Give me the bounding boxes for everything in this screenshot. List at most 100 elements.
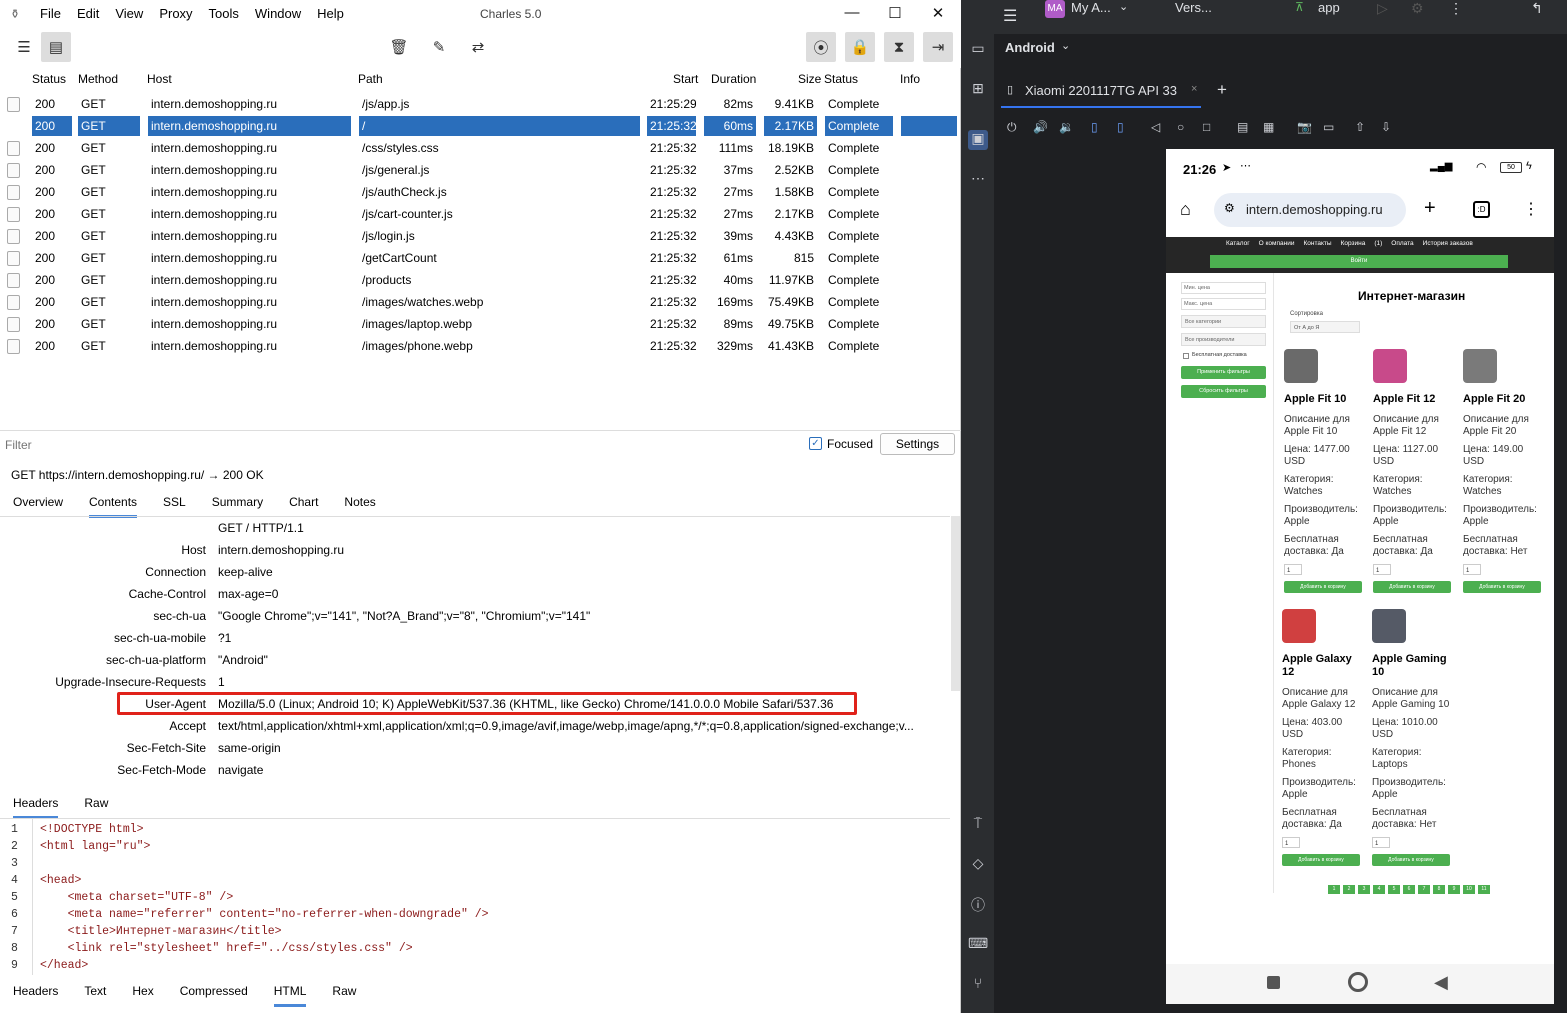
- edit-icon[interactable]: ✎: [424, 32, 454, 62]
- add-tab-icon[interactable]: +: [1217, 80, 1227, 100]
- col-duration[interactable]: Duration: [711, 72, 756, 86]
- page-button[interactable]: 5: [1388, 885, 1400, 894]
- table-row[interactable]: 200 GET intern.demoshopping.ru/js/app.js 21…: [0, 94, 961, 116]
- throttle-icon[interactable]: ⧗: [884, 32, 914, 62]
- volume-up-icon[interactable]: 🔊: [1033, 120, 1048, 134]
- sequence-view-icon[interactable]: ▤: [41, 32, 71, 62]
- quantity-input[interactable]: 1: [1373, 564, 1391, 575]
- settings-button[interactable]: Settings: [880, 433, 955, 455]
- col-size[interactable]: Size: [798, 72, 821, 86]
- back-icon[interactable]: ◁: [1151, 120, 1160, 134]
- focused-checkbox[interactable]: ✓: [809, 437, 822, 450]
- menu-help[interactable]: Help: [317, 6, 344, 21]
- filter-input[interactable]: [5, 436, 785, 454]
- device-manager-icon[interactable]: ▣: [968, 130, 988, 150]
- volume-down-icon[interactable]: 🔉: [1059, 120, 1074, 134]
- minimize-icon[interactable]: —: [842, 4, 862, 24]
- page-button[interactable]: 11: [1478, 885, 1490, 894]
- table-row[interactable]: 200 GET intern.demoshopping.ru/js/login.js…: [0, 226, 961, 248]
- site-settings-icon[interactable]: ⚙: [1224, 201, 1235, 215]
- problems-icon[interactable]: ⓘ: [968, 895, 988, 915]
- tab-notes[interactable]: Notes: [344, 495, 375, 518]
- fold-icon[interactable]: ▦: [1263, 120, 1274, 134]
- menu-proxy[interactable]: Proxy: [159, 6, 192, 21]
- project-name[interactable]: My A...: [1071, 0, 1111, 15]
- table-row[interactable]: 200 GET intern.demoshopping.ru/images/phon…: [0, 336, 961, 358]
- login-button[interactable]: Войти: [1210, 255, 1508, 268]
- repeat-icon[interactable]: ⇄: [463, 32, 493, 62]
- device-tab[interactable]: ▯ Xiaomi 2201117TG API 33 ×: [1001, 74, 1201, 108]
- sort-select[interactable]: От А до Я: [1290, 321, 1360, 333]
- browser-home-icon[interactable]: ⌂: [1180, 199, 1191, 220]
- tab-ssl[interactable]: SSL: [163, 495, 186, 518]
- quantity-input[interactable]: 1: [1463, 564, 1481, 575]
- col-status[interactable]: Status: [32, 72, 66, 86]
- maximize-icon[interactable]: ☐: [885, 4, 905, 24]
- debug-icon[interactable]: ⚙: [1411, 0, 1424, 17]
- close-icon[interactable]: ✕: [928, 4, 948, 24]
- page-button[interactable]: 3: [1358, 885, 1370, 894]
- recents-icon[interactable]: [1267, 976, 1280, 989]
- table-row[interactable]: 200 GET intern.demoshopping.ru/js/cart-cou…: [0, 204, 961, 226]
- menu-tools[interactable]: Tools: [209, 6, 239, 21]
- nav-catalog[interactable]: Каталог: [1226, 240, 1250, 247]
- table-row[interactable]: 200 GET intern.demoshopping.ru/images/watc…: [0, 292, 961, 314]
- table-row[interactable]: 200 GET intern.demoshopping.ru/images/lapt…: [0, 314, 961, 336]
- add-to-cart-button[interactable]: Добавить в корзину: [1373, 581, 1451, 593]
- add-to-cart-button[interactable]: Добавить в корзину: [1372, 854, 1450, 866]
- back-button-icon[interactable]: ◀: [1434, 972, 1448, 993]
- page-button[interactable]: 6: [1403, 885, 1415, 894]
- page-button[interactable]: 7: [1418, 885, 1430, 894]
- assistant-icon[interactable]: ↰: [1531, 0, 1543, 17]
- add-to-cart-button[interactable]: Добавить в корзину: [1463, 581, 1541, 593]
- add-to-cart-button[interactable]: Добавить в корзину: [1284, 581, 1362, 593]
- close-icon[interactable]: ×: [1191, 83, 1197, 95]
- table-row[interactable]: 200 GET intern.demoshopping.ru / 21:25:32 60m…: [0, 116, 961, 138]
- table-row[interactable]: 200 GET intern.demoshopping.ru/js/general.…: [0, 160, 961, 182]
- modules-icon[interactable]: ⊞: [968, 80, 988, 100]
- page-button[interactable]: 4: [1373, 885, 1385, 894]
- col-start[interactable]: Start: [673, 72, 698, 86]
- add-to-cart-button[interactable]: Добавить в корзину: [1282, 854, 1360, 866]
- page-button[interactable]: 9: [1448, 885, 1460, 894]
- apply-filters-button[interactable]: Применить фильтры: [1181, 366, 1266, 379]
- hamburger-icon[interactable]: ☰: [1003, 6, 1017, 26]
- rtab-raw[interactable]: Raw: [332, 984, 356, 1007]
- snapshot-icon[interactable]: ▤: [1237, 120, 1248, 134]
- quantity-input[interactable]: 1: [1284, 564, 1302, 575]
- nav-payment[interactable]: Оплата: [1391, 240, 1413, 247]
- git-icon[interactable]: ⑂: [968, 975, 988, 995]
- home-button-icon[interactable]: [1348, 972, 1368, 992]
- table-row[interactable]: 200 GET intern.demoshopping.ru/js/authChec…: [0, 182, 961, 204]
- run-icon[interactable]: ▷: [1377, 0, 1388, 17]
- power-icon[interactable]: ⏻: [1007, 120, 1017, 135]
- subtab-raw[interactable]: Raw: [84, 796, 108, 819]
- rtab-text[interactable]: Text: [84, 984, 106, 1007]
- table-row[interactable]: 200 GET intern.demoshopping.ru/getCartCoun…: [0, 248, 961, 270]
- new-tab-icon[interactable]: +: [1424, 197, 1436, 220]
- more-icon[interactable]: ⋮: [1449, 0, 1463, 17]
- run-config[interactable]: app: [1318, 0, 1340, 15]
- folder-icon[interactable]: ▭: [968, 40, 988, 60]
- vcs-label[interactable]: Vers...: [1175, 0, 1212, 15]
- gem-icon[interactable]: ◇: [968, 855, 988, 875]
- ssl-lock-icon[interactable]: 🔒: [845, 32, 875, 62]
- rtab-hex[interactable]: Hex: [132, 984, 153, 1007]
- address-bar[interactable]: ⚙ intern.demoshopping.ru: [1214, 193, 1406, 227]
- rtab-compressed[interactable]: Compressed: [180, 984, 248, 1007]
- quantity-input[interactable]: 1: [1282, 837, 1300, 848]
- tab-contents[interactable]: Contents: [89, 495, 138, 518]
- free-shipping-checkbox[interactable]: [1183, 353, 1189, 359]
- android-dropdown[interactable]: Android: [1005, 40, 1055, 55]
- menu-file[interactable]: File: [40, 6, 61, 21]
- overview-icon[interactable]: □: [1203, 120, 1210, 134]
- category-select[interactable]: Все категории: [1181, 315, 1266, 328]
- rotate-right-icon[interactable]: ▯: [1117, 120, 1124, 134]
- page-button[interactable]: 10: [1463, 885, 1475, 894]
- more-tools-icon[interactable]: ⋯: [968, 170, 988, 190]
- subtab-headers[interactable]: Headers: [13, 796, 59, 819]
- col-path[interactable]: Path: [358, 72, 383, 86]
- scrollbar[interactable]: [951, 516, 960, 691]
- nav-cart[interactable]: Корзина: [1341, 240, 1366, 247]
- min-price-input[interactable]: Мин. цена: [1181, 282, 1266, 294]
